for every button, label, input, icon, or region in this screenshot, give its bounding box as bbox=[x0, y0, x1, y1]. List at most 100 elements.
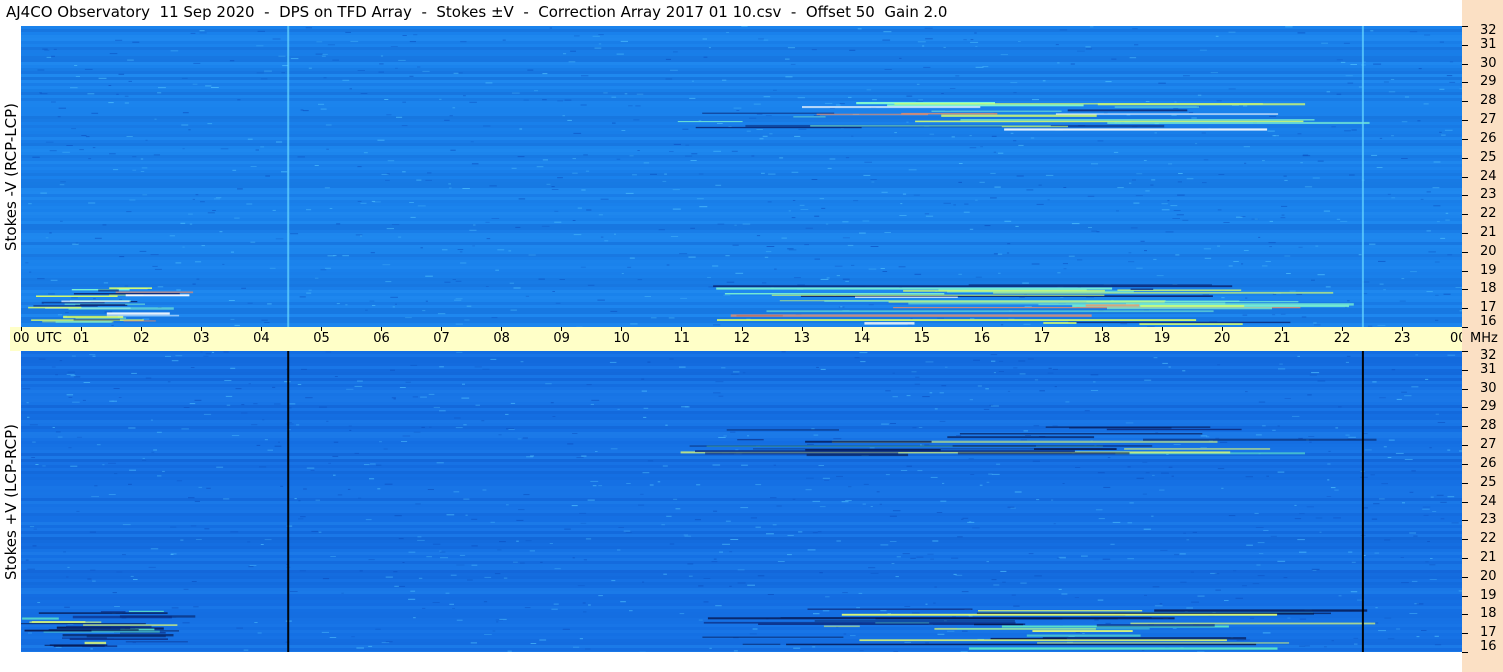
noise-pixel bbox=[305, 397, 313, 399]
noise-pixel bbox=[297, 384, 302, 385]
noise-pixel bbox=[973, 359, 980, 361]
noise-pixel bbox=[735, 272, 744, 274]
noise-pixel bbox=[281, 171, 288, 173]
noise-pixel bbox=[1191, 117, 1197, 119]
utc-tick-mark bbox=[261, 327, 263, 331]
noise-pixel bbox=[713, 324, 721, 326]
noise-pixel bbox=[1015, 225, 1019, 227]
noise-pixel bbox=[804, 244, 809, 246]
noise-pixel bbox=[895, 576, 899, 578]
noise-pixel bbox=[822, 610, 830, 612]
noise-pixel bbox=[1328, 450, 1331, 452]
noise-pixel bbox=[495, 269, 499, 271]
noise-pixel bbox=[986, 481, 990, 483]
noise-pixel bbox=[32, 156, 40, 158]
frequency-band bbox=[21, 95, 1462, 98]
activity-streak bbox=[717, 319, 1197, 321]
noise-pixel bbox=[1052, 425, 1058, 427]
noise-pixel bbox=[1168, 466, 1173, 468]
noise-pixel bbox=[1309, 374, 1317, 376]
noise-pixel bbox=[156, 431, 162, 433]
noise-pixel bbox=[1373, 503, 1380, 505]
noise-pixel bbox=[1331, 126, 1336, 128]
noise-pixel bbox=[925, 642, 929, 644]
noise-pixel bbox=[1011, 594, 1016, 596]
frequency-band bbox=[21, 134, 1462, 137]
noise-pixel bbox=[237, 188, 243, 190]
noise-pixel bbox=[914, 383, 920, 385]
activity-streak bbox=[952, 445, 1153, 447]
noise-pixel bbox=[825, 223, 829, 225]
noise-pixel bbox=[528, 254, 536, 256]
frequency-band bbox=[21, 206, 1462, 209]
noise-pixel bbox=[211, 351, 215, 353]
noise-pixel bbox=[1404, 459, 1413, 460]
noise-pixel bbox=[485, 221, 490, 223]
frequency-band bbox=[21, 372, 1462, 375]
noise-pixel bbox=[1379, 498, 1385, 500]
noise-pixel bbox=[662, 465, 668, 467]
noise-pixel bbox=[572, 220, 576, 221]
noise-pixel bbox=[1217, 364, 1221, 366]
activity-streak bbox=[702, 636, 844, 638]
noise-pixel bbox=[195, 194, 199, 196]
noise-pixel bbox=[975, 199, 978, 201]
noise-pixel bbox=[717, 223, 725, 225]
noise-pixel bbox=[868, 304, 874, 306]
noise-pixel bbox=[455, 323, 463, 325]
frequency-band bbox=[21, 212, 1462, 215]
noise-pixel bbox=[1353, 637, 1359, 639]
noise-pixel bbox=[1334, 489, 1339, 491]
noise-pixel bbox=[1298, 246, 1303, 248]
noise-pixel bbox=[628, 105, 633, 107]
noise-pixel bbox=[1167, 200, 1170, 202]
noise-pixel bbox=[1052, 368, 1058, 370]
noise-pixel bbox=[1379, 137, 1383, 139]
frequency-band bbox=[21, 546, 1462, 549]
noise-pixel bbox=[1199, 49, 1207, 51]
noise-pixel bbox=[813, 613, 820, 615]
noise-pixel bbox=[1284, 255, 1291, 257]
mhz-tick-label: 30 bbox=[1480, 55, 1497, 71]
noise-pixel bbox=[871, 181, 875, 183]
mhz-tick-label: 30 bbox=[1480, 380, 1497, 396]
noise-pixel bbox=[1445, 212, 1449, 214]
frequency-band bbox=[21, 456, 1462, 459]
noise-pixel bbox=[1027, 358, 1034, 360]
noise-pixel bbox=[84, 68, 93, 70]
noise-pixel bbox=[836, 475, 843, 477]
noise-pixel bbox=[405, 381, 411, 383]
noise-pixel bbox=[1299, 551, 1307, 553]
noise-pixel bbox=[1154, 132, 1157, 134]
activity-streak bbox=[947, 436, 1095, 439]
frequency-band bbox=[21, 110, 1462, 113]
noise-pixel bbox=[620, 40, 628, 42]
mhz-tick-mark bbox=[1462, 233, 1468, 234]
noise-pixel bbox=[583, 559, 587, 561]
noise-pixel bbox=[485, 82, 493, 84]
noise-pixel bbox=[1381, 483, 1388, 485]
noise-pixel bbox=[32, 441, 36, 443]
utc-tick-label: 19 bbox=[1153, 331, 1171, 346]
noise-pixel bbox=[955, 574, 963, 576]
noise-pixel bbox=[92, 355, 96, 357]
noise-pixel bbox=[1132, 179, 1136, 181]
frequency-band bbox=[21, 230, 1462, 233]
noise-pixel bbox=[416, 179, 422, 181]
noise-pixel bbox=[428, 393, 435, 395]
noise-pixel bbox=[409, 75, 414, 77]
noise-pixel bbox=[818, 465, 824, 466]
noise-pixel bbox=[241, 404, 245, 406]
noise-pixel bbox=[840, 306, 843, 308]
noise-pixel bbox=[1327, 479, 1330, 481]
noise-pixel bbox=[998, 371, 1004, 372]
noise-pixel bbox=[1233, 261, 1239, 262]
noise-pixel bbox=[1345, 75, 1353, 77]
noise-pixel bbox=[127, 59, 134, 61]
noise-pixel bbox=[432, 543, 441, 545]
noise-pixel bbox=[842, 221, 849, 223]
noise-pixel bbox=[916, 83, 920, 85]
noise-pixel bbox=[736, 110, 740, 111]
noise-pixel bbox=[525, 295, 530, 297]
noise-pixel bbox=[649, 484, 654, 486]
